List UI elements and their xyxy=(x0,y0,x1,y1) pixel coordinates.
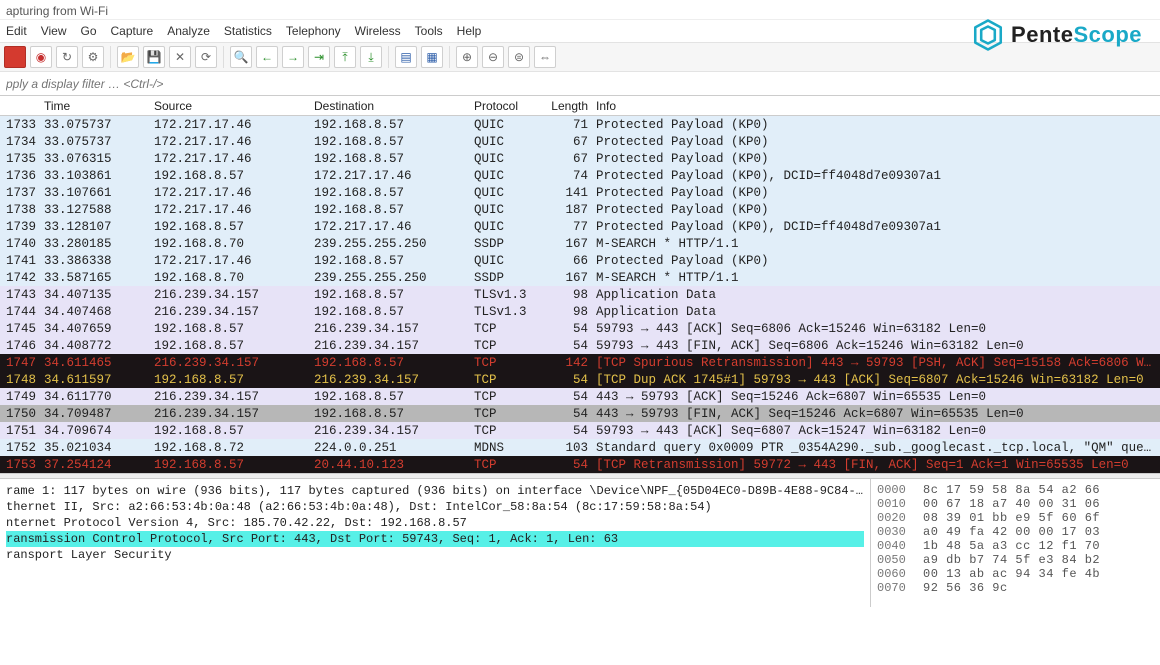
column-header-source[interactable]: Source xyxy=(150,98,310,114)
hex-row[interactable]: 00008c 17 59 58 8a 54 a2 66 xyxy=(877,483,1154,497)
stop-capture-button[interactable] xyxy=(4,46,26,68)
hex-row[interactable]: 006000 13 ab ac 94 34 fe 4b xyxy=(877,567,1154,581)
hex-row[interactable]: 0050a9 db b7 74 5f e3 84 b2 xyxy=(877,553,1154,567)
hex-row[interactable]: 00401b 48 5a a3 cc 12 f1 70 xyxy=(877,539,1154,553)
column-header-protocol[interactable]: Protocol xyxy=(470,98,540,114)
table-row[interactable]: 174033.280185192.168.8.70239.255.255.250… xyxy=(0,235,1160,252)
hex-row[interactable]: 007092 56 36 9c xyxy=(877,581,1154,595)
menu-analyze[interactable]: Analyze xyxy=(167,24,210,38)
packet-list[interactable]: 173333.075737172.217.17.46192.168.8.57QU… xyxy=(0,116,1160,473)
menu-capture[interactable]: Capture xyxy=(111,24,154,38)
menu-telephony[interactable]: Telephony xyxy=(286,24,341,38)
table-row[interactable]: 173933.128107192.168.8.57172.217.17.46QU… xyxy=(0,218,1160,235)
toolbar-separator xyxy=(223,46,224,68)
menu-edit[interactable]: Edit xyxy=(6,24,27,38)
close-file-button[interactable]: ✕ xyxy=(169,46,191,68)
table-row[interactable]: 175235.021034192.168.8.72224.0.0.251MDNS… xyxy=(0,439,1160,456)
reload-button[interactable]: ⟳ xyxy=(195,46,217,68)
tree-ip[interactable]: nternet Protocol Version 4, Src: 185.70.… xyxy=(6,515,864,531)
display-filter-input[interactable] xyxy=(6,77,1154,91)
table-row[interactable]: 173633.103861192.168.8.57172.217.17.46QU… xyxy=(0,167,1160,184)
zoom-out-button[interactable]: ⊖ xyxy=(482,46,504,68)
zoom-in-button[interactable]: ⊕ xyxy=(456,46,478,68)
colorize-button[interactable]: ▦ xyxy=(421,46,443,68)
menu-help[interactable]: Help xyxy=(457,24,482,38)
table-row[interactable]: 173833.127588172.217.17.46192.168.8.57QU… xyxy=(0,201,1160,218)
column-header-time[interactable]: Time xyxy=(40,98,150,114)
pentescope-icon xyxy=(971,18,1005,52)
brand-logo-area: PenteScope xyxy=(971,18,1142,52)
save-file-button[interactable]: 💾 xyxy=(143,46,165,68)
go-back-button[interactable]: ← xyxy=(256,46,278,68)
start-capture-button[interactable]: ◉ xyxy=(30,46,52,68)
table-row[interactable]: 174133.386338172.217.17.46192.168.8.57QU… xyxy=(0,252,1160,269)
toolbar-separator xyxy=(449,46,450,68)
menu-tools[interactable]: Tools xyxy=(415,24,443,38)
open-file-button[interactable]: 📂 xyxy=(117,46,139,68)
zoom-reset-button[interactable]: ⊜ xyxy=(508,46,530,68)
table-row[interactable]: 174434.407468216.239.34.157192.168.8.57T… xyxy=(0,303,1160,320)
tree-tcp[interactable]: ransmission Control Protocol, Src Port: … xyxy=(6,531,864,547)
table-row[interactable]: 174834.611597192.168.8.57216.239.34.157T… xyxy=(0,371,1160,388)
go-to-packet-button[interactable]: ⇥ xyxy=(308,46,330,68)
menu-bar: Edit View Go Capture Analyze Statistics … xyxy=(0,20,1160,42)
table-row[interactable]: 174534.407659192.168.8.57216.239.34.157T… xyxy=(0,320,1160,337)
menu-go[interactable]: Go xyxy=(80,24,96,38)
table-row[interactable]: 175034.709487216.239.34.157192.168.8.57T… xyxy=(0,405,1160,422)
tree-tls[interactable]: ransport Layer Security xyxy=(6,547,864,563)
table-row[interactable]: 174233.587165192.168.8.70239.255.255.250… xyxy=(0,269,1160,286)
tree-ethernet[interactable]: thernet II, Src: a2:66:53:4b:0a:48 (a2:6… xyxy=(6,499,864,515)
table-row[interactable]: 173533.076315172.217.17.46192.168.8.57QU… xyxy=(0,150,1160,167)
find-packet-button[interactable]: 🔍 xyxy=(230,46,252,68)
capture-options-button[interactable]: ⚙ xyxy=(82,46,104,68)
table-row[interactable]: 175134.709674192.168.8.57216.239.34.157T… xyxy=(0,422,1160,439)
table-row[interactable]: 174734.611465216.239.34.157192.168.8.57T… xyxy=(0,354,1160,371)
display-filter-bar xyxy=(0,72,1160,96)
tree-frame[interactable]: rame 1: 117 bytes on wire (936 bits), 11… xyxy=(6,483,864,499)
column-header-no[interactable] xyxy=(0,105,40,107)
table-row[interactable]: 173733.107661172.217.17.46192.168.8.57QU… xyxy=(0,184,1160,201)
go-last-button[interactable]: ⤓ xyxy=(360,46,382,68)
go-first-button[interactable]: ⤒ xyxy=(334,46,356,68)
hex-row[interactable]: 001000 67 18 a7 40 00 31 06 xyxy=(877,497,1154,511)
go-forward-button[interactable]: → xyxy=(282,46,304,68)
packet-list-header[interactable]: Time Source Destination Protocol Length … xyxy=(0,96,1160,116)
toolbar-separator xyxy=(388,46,389,68)
toolbar-separator xyxy=(110,46,111,68)
window-title: apturing from Wi-Fi xyxy=(6,4,108,18)
column-header-length[interactable]: Length xyxy=(540,98,592,114)
resize-columns-button[interactable]: ⇔ xyxy=(534,46,556,68)
brand-text: PenteScope xyxy=(1011,22,1142,48)
table-row[interactable]: 175337.254124192.168.8.5720.44.10.123TCP… xyxy=(0,456,1160,473)
table-row[interactable]: 174934.611770216.239.34.157192.168.8.57T… xyxy=(0,388,1160,405)
hex-row[interactable]: 0030a0 49 fa 42 00 00 17 03 xyxy=(877,525,1154,539)
auto-scroll-button[interactable]: ▤ xyxy=(395,46,417,68)
packet-details-tree[interactable]: rame 1: 117 bytes on wire (936 bits), 11… xyxy=(0,479,870,607)
restart-capture-button[interactable]: ↻ xyxy=(56,46,78,68)
packet-bytes-hex[interactable]: 00008c 17 59 58 8a 54 a2 66001000 67 18 … xyxy=(870,479,1160,607)
table-row[interactable]: 174334.407135216.239.34.157192.168.8.57T… xyxy=(0,286,1160,303)
table-row[interactable]: 173433.075737172.217.17.46192.168.8.57QU… xyxy=(0,133,1160,150)
menu-wireless[interactable]: Wireless xyxy=(355,24,401,38)
table-row[interactable]: 174634.408772192.168.8.57216.239.34.157T… xyxy=(0,337,1160,354)
window-titlebar: apturing from Wi-Fi xyxy=(0,0,1160,20)
table-row[interactable]: 173333.075737172.217.17.46192.168.8.57QU… xyxy=(0,116,1160,133)
hex-row[interactable]: 002008 39 01 bb e9 5f 60 6f xyxy=(877,511,1154,525)
menu-view[interactable]: View xyxy=(41,24,67,38)
column-header-destination[interactable]: Destination xyxy=(310,98,470,114)
menu-statistics[interactable]: Statistics xyxy=(224,24,272,38)
column-header-info[interactable]: Info xyxy=(592,98,1160,114)
details-bytes-pane: rame 1: 117 bytes on wire (936 bits), 11… xyxy=(0,479,1160,607)
